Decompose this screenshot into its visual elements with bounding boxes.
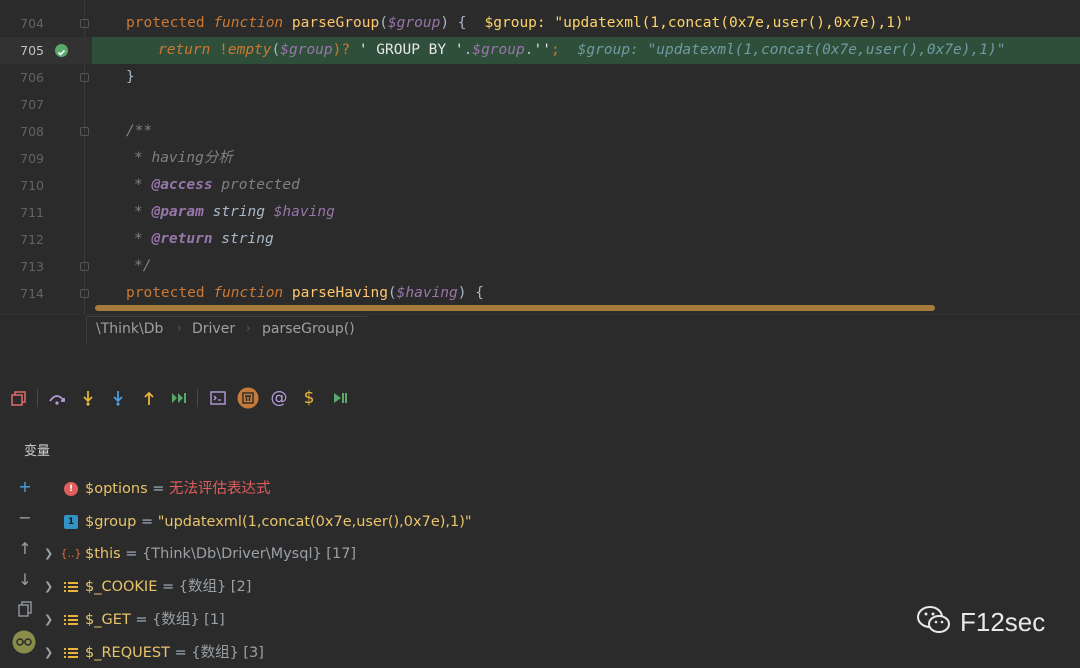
line-number: 712 [20, 232, 44, 247]
watermark: F12sec [916, 602, 1045, 642]
inline-debug-value: $group: "updatexml(1,concat(0x7e,user(),… [484, 15, 913, 31]
console-icon[interactable] [207, 385, 229, 411]
object-icon: {..} [60, 547, 82, 560]
variable-row[interactable]: ❯ $_REQUEST = {数组} [3] [44, 638, 944, 668]
line-number: 707 [20, 97, 44, 112]
variable-value: 无法评估表达式 [169, 481, 271, 497]
watch-icon[interactable]: @ [268, 385, 290, 411]
code-text: * @return string [134, 231, 274, 247]
code-text: * @param string $having [134, 204, 335, 220]
code-editor[interactable]: 704 protected function parseGroup($group… [0, 0, 1080, 314]
code-line[interactable]: 708 /** [0, 118, 1080, 145]
variable-value: "updatexml(1,concat(0x7e,user(),0x7e),1)… [157, 514, 472, 530]
code-line[interactable]: 710 * @access protected [0, 172, 1080, 199]
line-number: 711 [20, 205, 44, 220]
fold-marker-icon[interactable] [80, 127, 89, 136]
line-number: 709 [20, 151, 44, 166]
code-line[interactable]: 709 * having分析 [0, 145, 1080, 172]
inline-debug-value: $group: "updatexml(1,concat(0x7e,user(),… [577, 42, 1006, 58]
variable-row[interactable]: 1 $group = "updatexml(1,concat(0x7e,user… [44, 507, 944, 537]
variable-value: {数组} [3] [191, 645, 264, 661]
line-number: 714 [20, 286, 44, 301]
variables-title: 变量 [24, 444, 51, 459]
code-line[interactable]: 712 * @return string [0, 226, 1080, 253]
resume-icon[interactable] [329, 385, 351, 411]
breadcrumb: \Think\Db › Driver › parseGroup() [0, 314, 1080, 346]
code-line[interactable]: 714 protected function parseHaving($havi… [0, 280, 1080, 307]
move-up-icon[interactable]: ↑ [16, 539, 34, 559]
breakpoint-check-icon[interactable] [55, 44, 68, 57]
line-number: 713 [20, 259, 44, 274]
code-line[interactable]: 707 [0, 91, 1080, 118]
copy-icon[interactable] [16, 601, 34, 621]
remove-watch-icon[interactable]: − [16, 508, 34, 528]
variable-row[interactable]: ❯ {..} $this = {Think\Db\Driver\Mysql} [… [44, 539, 944, 569]
array-icon [64, 580, 78, 594]
variable-row[interactable]: ! $options = 无法评估表达式 [44, 474, 944, 504]
line-number: 705 [20, 43, 44, 58]
line-number: 708 [20, 124, 44, 139]
frames-icon[interactable] [8, 385, 30, 411]
glasses-icon[interactable] [12, 630, 36, 654]
debug-toolbar: @ $ [0, 385, 400, 411]
code-line[interactable]: 713 */ [0, 253, 1080, 280]
error-icon: ! [64, 482, 78, 496]
code-text: protected function parseGroup($group) {$… [126, 15, 913, 31]
breadcrumb-item-class[interactable]: Driver [192, 321, 235, 337]
code-text: } [126, 69, 135, 85]
code-text: */ [134, 258, 152, 274]
run-to-cursor-icon[interactable] [168, 385, 190, 411]
horizontal-scrollbar[interactable] [95, 305, 935, 311]
code-text: /** [126, 123, 153, 139]
variable-name: $_REQUEST [85, 645, 170, 661]
fold-marker-icon[interactable] [80, 289, 89, 298]
chevron-right-icon: › [246, 321, 251, 335]
variable-row[interactable]: ❯ $_GET = {数组} [1] [44, 605, 944, 635]
move-down-icon[interactable]: ↓ [16, 570, 34, 590]
php-icon[interactable] [236, 385, 260, 411]
variable-name: $this [85, 546, 121, 562]
fold-marker-icon[interactable] [80, 19, 89, 28]
code-line[interactable]: 711 * @param string $having [0, 199, 1080, 226]
fold-marker-icon[interactable] [80, 262, 89, 271]
variable-value: {数组} [1] [152, 612, 225, 628]
code-line[interactable]: 706 } [0, 64, 1080, 91]
expand-arrow-icon[interactable]: ❯ [44, 572, 53, 602]
variable-name: $options [85, 481, 148, 497]
code-line[interactable]: 704 protected function parseGroup($group… [0, 10, 1080, 37]
expand-arrow-icon[interactable]: ❯ [44, 605, 53, 635]
primitive-icon: 1 [64, 515, 78, 529]
line-number: 704 [20, 16, 44, 31]
fold-marker-icon[interactable] [80, 73, 89, 82]
wechat-icon [916, 604, 952, 640]
code-text: * @access protected [134, 177, 300, 193]
chevron-right-icon: › [177, 321, 182, 335]
variable-name: $group [85, 514, 137, 530]
step-into-icon[interactable] [77, 385, 99, 411]
variable-name: $_COOKIE [85, 579, 158, 595]
code-text: protected function parseHaving($having) … [126, 285, 484, 301]
variable-row[interactable]: ❯ $_COOKIE = {数组} [2] [44, 572, 944, 602]
variable-value: {数组} [2] [178, 579, 252, 595]
step-out-icon[interactable] [138, 385, 160, 411]
array-icon [64, 613, 78, 627]
variable-value: {Think\Db\Driver\Mysql} [17] [142, 546, 357, 562]
expand-arrow-icon[interactable]: ❯ [44, 638, 53, 668]
step-over-icon[interactable] [46, 385, 68, 411]
dollar-icon[interactable]: $ [298, 385, 320, 411]
breadcrumb-item-method[interactable]: parseGroup() [262, 321, 355, 337]
line-number: 710 [20, 178, 44, 193]
expand-arrow-icon[interactable]: ❯ [44, 539, 53, 569]
variable-name: $_GET [85, 612, 131, 628]
watermark-text: F12sec [960, 606, 1046, 637]
array-icon [64, 646, 78, 660]
line-number: 706 [20, 70, 44, 85]
code-text: return !empty($group)? ' GROUP BY '.$gro… [158, 42, 1006, 58]
force-step-into-icon[interactable] [107, 385, 129, 411]
code-text: * having分析 [134, 150, 233, 166]
breadcrumb-item-namespace[interactable]: \Think\Db [96, 321, 163, 337]
add-watch-icon[interactable]: + [16, 477, 34, 497]
code-line-current[interactable]: 705 return !empty($group)? ' GROUP BY '.… [0, 37, 1080, 64]
